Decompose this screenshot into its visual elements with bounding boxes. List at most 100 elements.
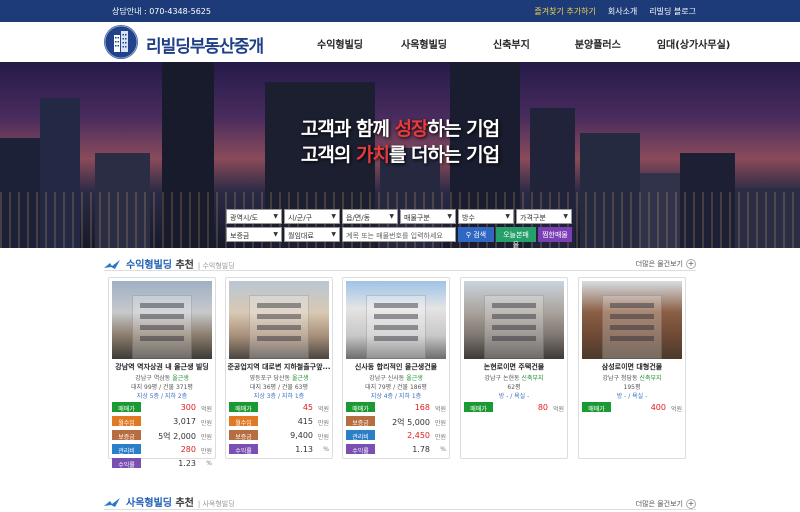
price-row: 수익률 1.13% bbox=[229, 444, 331, 455]
brand-name[interactable]: 리빌딩부동산중개 bbox=[146, 32, 264, 57]
price-row: 매매가 80 억원 bbox=[464, 402, 566, 413]
property-title[interactable]: 신사동 합리적인 올근생건물 bbox=[343, 362, 449, 372]
price-row: 매매가 168 억원 bbox=[346, 402, 448, 413]
property-card[interactable]: 강남역 역자상권 내 올근생 빌딩 강남구 역삼동 올근생 대지 99평 / 건물 … bbox=[108, 277, 216, 469]
property-size: 62평 bbox=[507, 384, 521, 391]
price-value: 415 bbox=[297, 417, 313, 426]
chevron-down-icon: ▼ bbox=[447, 213, 452, 220]
property-floors: 지상 4층 / 지하 1층 bbox=[370, 393, 422, 400]
property-card[interactable]: 삼성로이면 대형건물 강남구 청담동 신축부지 195평 방 - / 욕실 - 매매가 4… bbox=[578, 277, 686, 459]
price-row: 보증금 9,400 만원 bbox=[229, 430, 331, 441]
price-type-select[interactable]: 가격구분 ▼ bbox=[516, 209, 572, 224]
deposit-select[interactable]: 보증금 ▼ bbox=[226, 227, 282, 242]
property-type-select[interactable]: 매물구분 ▼ bbox=[400, 209, 456, 224]
property-photo[interactable] bbox=[582, 281, 682, 359]
price-value: 3,017 bbox=[173, 417, 196, 426]
property-photo[interactable] bbox=[464, 281, 564, 359]
keyword-input[interactable]: 계목 또는 매물번호를 입력하세요 bbox=[342, 227, 456, 242]
property-floors: 지상 5층 / 지하 2층 bbox=[136, 393, 188, 400]
monthly-rent-select[interactable]: 월임대료 ▼ bbox=[284, 227, 340, 242]
price-value: 80 bbox=[537, 403, 548, 412]
logo-building-icon[interactable] bbox=[104, 25, 138, 59]
region-select[interactable]: 광역시/도 ▼ bbox=[226, 209, 282, 224]
property-title[interactable]: 논현로이면 주택건물 bbox=[461, 362, 567, 372]
bird-icon bbox=[104, 260, 120, 269]
price-value: 1.13 bbox=[295, 445, 313, 454]
more-office-link[interactable]: 더많은 물건보기 + bbox=[636, 499, 696, 509]
property-address: 강남구 청담동 신축부지 bbox=[602, 375, 662, 382]
property-address: 영등포구 당산동 올근생 bbox=[249, 375, 309, 382]
price-label: 매매가 bbox=[346, 402, 375, 413]
bookmark-link[interactable]: 즐겨찾기 추가하기 bbox=[534, 6, 595, 17]
price-row: 수익률 1.78% bbox=[346, 444, 448, 455]
recent-viewed-button[interactable]: 오늘본매물 bbox=[496, 227, 536, 249]
chevron-down-icon: ▼ bbox=[563, 213, 568, 220]
company-intro-link[interactable]: 회사소개 bbox=[608, 6, 637, 17]
bird-icon bbox=[104, 498, 120, 507]
section-title-office: 사옥형빌딩 추천 | 사옥형빌딩 bbox=[104, 494, 235, 509]
price-row: 매매가 400 억원 bbox=[582, 402, 684, 413]
property-title[interactable]: 준공업지역 대로변 지하철출구앞... bbox=[226, 362, 332, 372]
price-value: 168 bbox=[414, 403, 430, 412]
price-unit: 만원 bbox=[200, 448, 212, 455]
price-row: 월수입 3,017 만원 bbox=[112, 416, 214, 427]
property-size: 대지 36평 / 건물 63평 bbox=[249, 384, 309, 391]
price-value: 9,400 bbox=[290, 431, 313, 440]
property-title[interactable]: 강남역 역자상권 내 올근생 빌딩 bbox=[109, 362, 215, 372]
price-unit: 억원 bbox=[552, 406, 564, 413]
section-divider bbox=[104, 270, 696, 271]
price-label: 수익률 bbox=[112, 458, 141, 469]
chevron-down-icon: ▼ bbox=[505, 213, 510, 220]
price-unit: 만원 bbox=[317, 434, 329, 441]
price-unit: % bbox=[323, 446, 329, 453]
price-unit: % bbox=[440, 446, 446, 453]
chevron-down-icon: ▼ bbox=[389, 213, 394, 220]
property-card[interactable]: 신사동 합리적인 올근생건물강남구 신사동 올근생대지 79평 / 건물 186… bbox=[342, 277, 450, 459]
property-photo[interactable] bbox=[112, 281, 212, 359]
price-label: 수익률 bbox=[346, 444, 375, 455]
price-row: 수익률 1.23% bbox=[112, 458, 214, 469]
property-photo[interactable] bbox=[229, 281, 329, 359]
nav-rental[interactable]: 임대(상가사무실) bbox=[657, 36, 731, 51]
nav-income-building[interactable]: 수익형빌딩 bbox=[317, 36, 363, 51]
price-unit: 억원 bbox=[317, 406, 329, 413]
property-photo[interactable] bbox=[346, 281, 446, 359]
price-value: 1.23 bbox=[178, 459, 196, 468]
price-label: 관리비 bbox=[346, 430, 375, 441]
search-button[interactable]: ⚲ 검색 bbox=[458, 227, 494, 242]
property-card[interactable]: 논현로이면 주택건물강남구 논현동 신축부지 62평방 - / 욕실 - 매매가 80… bbox=[460, 277, 568, 459]
section-divider bbox=[104, 509, 696, 510]
property-address: 강남구 역삼동 올근생 bbox=[135, 375, 189, 382]
price-label: 매매가 bbox=[112, 402, 141, 413]
property-floors: 지상 3층 / 지하 1층 bbox=[253, 393, 305, 400]
price-label: 보증금 bbox=[112, 430, 141, 441]
price-value: 2억 5,000 bbox=[392, 418, 430, 427]
property-title[interactable]: 삼성로이면 대형건물 bbox=[579, 362, 685, 372]
property-size: 대지 79평 / 건물 186평 bbox=[365, 384, 427, 391]
property-address: 강남구 신사동 올근생 bbox=[369, 375, 423, 382]
price-unit: 억원 bbox=[434, 406, 446, 413]
price-label: 매매가 bbox=[464, 402, 493, 413]
property-address: 강남구 논현동 신축부지 bbox=[484, 375, 544, 382]
rooms-select[interactable]: 방수 ▼ bbox=[458, 209, 514, 224]
price-row: 관리비 280 만원 bbox=[112, 444, 214, 455]
price-label: 월수입 bbox=[229, 416, 258, 427]
price-value: 2,450 bbox=[407, 431, 430, 440]
price-label: 매매가 bbox=[229, 402, 258, 413]
price-value: 1.78 bbox=[412, 445, 430, 454]
blog-link[interactable]: 리빌딩 블로그 bbox=[649, 6, 696, 17]
town-select[interactable]: 읍/면/동 ▼ bbox=[342, 209, 398, 224]
property-card[interactable]: 준공업지역 대로변 지하철출구앞... 영등포구 당산동 올근생대지 36평 / … bbox=[225, 277, 333, 459]
nav-new-land[interactable]: 신축부지 bbox=[493, 36, 530, 51]
main-nav: 수익형빌딩 사옥형빌딩 신축부지 분양플러스 임대(상가사무실) bbox=[300, 36, 730, 51]
favorites-button[interactable]: 찜한매물 bbox=[538, 227, 572, 242]
top-links: 즐겨찾기 추가하기 회사소개 리빌딩 블로그 bbox=[534, 6, 696, 17]
phone-info: 상담안내 : 070-4348-5625 bbox=[112, 7, 211, 16]
nav-presale-plus[interactable]: 분양플러스 bbox=[575, 36, 621, 51]
city-select[interactable]: 시/군/구 ▼ bbox=[284, 209, 340, 224]
nav-office-building[interactable]: 사옥형빌딩 bbox=[401, 36, 447, 51]
price-value: 300 bbox=[180, 403, 196, 412]
top-bar: 상담안내 : 070-4348-5625 즐겨찾기 추가하기 회사소개 리빌딩 … bbox=[0, 0, 800, 22]
property-rooms: 방 - / 욕실 - bbox=[498, 393, 530, 400]
more-income-link[interactable]: 더많은 물건보기 + bbox=[636, 259, 696, 269]
